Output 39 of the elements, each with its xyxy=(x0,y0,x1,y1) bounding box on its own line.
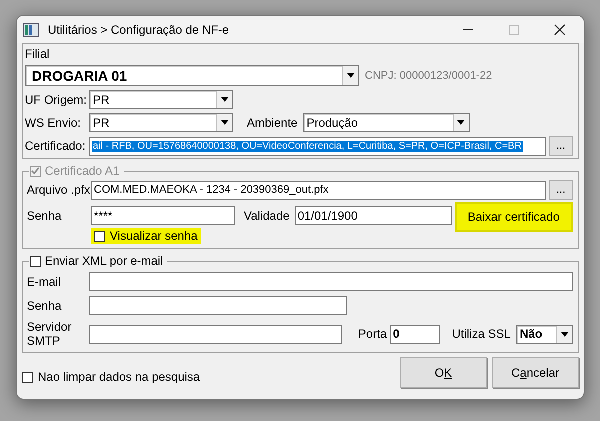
senha-label: Senha xyxy=(27,298,63,312)
filial-label: Filial xyxy=(25,47,51,61)
smtp-server-label: Servidor SMTP xyxy=(27,320,73,348)
arquivo-label: Arquivo .pfx xyxy=(27,183,91,197)
certificado-label: Certificado: xyxy=(25,139,87,153)
ws-envio-dropdown[interactable]: PR xyxy=(89,113,233,132)
ok-button[interactable]: OK xyxy=(400,357,487,388)
cnpj-text: CNPJ: 00000123/0001-22 xyxy=(365,70,492,82)
ssl-dropdown[interactable]: Não xyxy=(516,324,573,344)
ws-envio-label: WS Envio: xyxy=(25,116,82,130)
app-icon xyxy=(23,22,39,36)
window-title: Utilitários > Configuração de NF-e xyxy=(48,22,230,36)
ambiente-label: Ambiente xyxy=(247,116,298,130)
porta-label: Porta xyxy=(358,327,388,341)
uf-origem-dropdown[interactable]: PR xyxy=(89,90,233,109)
uf-origem-label: UF Origem: xyxy=(25,92,88,106)
dropdown-arrow-icon[interactable] xyxy=(220,120,228,125)
dropdown-arrow-icon[interactable] xyxy=(560,332,568,336)
filial-dropdown[interactable]: DROGARIA 01 xyxy=(25,65,359,86)
ssl-label: Utiliza SSL xyxy=(452,327,511,341)
dropdown-arrow-icon[interactable] xyxy=(346,73,354,78)
dropdown-arrow-icon[interactable] xyxy=(457,120,466,125)
smtp-server-field[interactable] xyxy=(89,324,342,344)
browse-button[interactable]: ... xyxy=(549,136,573,156)
senha-label: Senha xyxy=(27,208,63,222)
group-title: Enviar XML por e-mail xyxy=(45,254,164,268)
certificado-field[interactable]: ail - RFB, OU=15768640000138, OU=VideoConferencia, L=Curitiba, S=PR, O=ICP-Brasil, C=BR xyxy=(89,136,546,156)
ambiente-dropdown[interactable]: Produção xyxy=(302,113,470,132)
email-field[interactable] xyxy=(89,272,573,291)
cancel-button[interactable]: Cancelar xyxy=(492,357,579,388)
checkbox[interactable] xyxy=(30,256,41,266)
password-field[interactable] xyxy=(89,296,347,315)
validade-label: Validade xyxy=(244,208,290,222)
dropdown-arrow-icon[interactable] xyxy=(220,97,228,102)
close-icon[interactable] xyxy=(554,24,566,36)
porta-field[interactable]: 0 xyxy=(390,324,440,344)
group-title: Certificado A1 xyxy=(45,164,120,178)
email-label: E-mail xyxy=(27,274,62,288)
keep-data-checkbox[interactable]: Nao limpar dados na pesquisa xyxy=(22,369,400,385)
